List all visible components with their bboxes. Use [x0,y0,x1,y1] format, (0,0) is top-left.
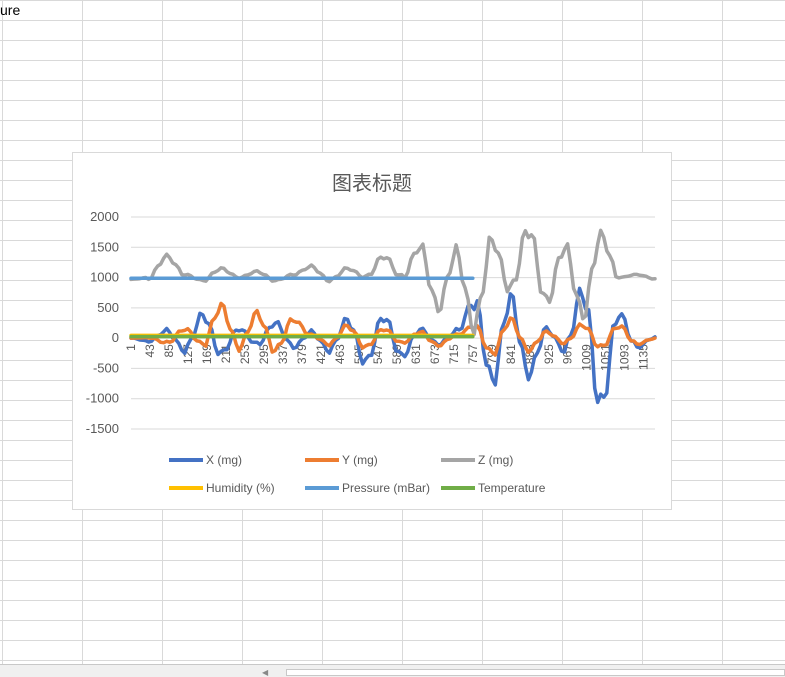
legend-swatch [169,486,203,490]
legend-label: X (mg) [206,453,242,467]
x-tick-label: 967 [561,344,575,364]
legend-swatch [441,458,475,462]
legend-item[interactable]: Y (mg) [305,453,378,467]
legend-item[interactable]: Pressure (mBar) [305,481,430,495]
legend-item[interactable]: Temperature [441,481,545,495]
horizontal-scrollbar[interactable] [286,669,785,676]
y-tick-label: 500 [97,300,119,315]
x-tick-label: 715 [447,344,461,364]
chart-container[interactable]: 图表标题 2000 1500 1000 500 0 -500 -1000 -1500 1 43 85… [72,152,672,510]
y-tick-label: -1500 [86,421,119,436]
x-tick-label: 43 [143,344,157,358]
y-tick-label: 1000 [90,270,119,285]
x-tick-label: 841 [504,344,518,364]
legend-label: Humidity (%) [206,481,275,495]
legend-label: Temperature [478,481,546,495]
legend-item[interactable]: Humidity (%) [169,481,275,495]
x-tick-label: 1093 [618,344,632,371]
y-tick-label: -1000 [86,391,119,406]
x-tick-label: 463 [333,344,347,364]
y-tick-label: 1500 [90,239,119,254]
y-tick-label: -500 [93,360,119,375]
x-tick-label: 631 [409,344,423,364]
legend-item[interactable]: X (mg) [169,453,242,467]
x-tick-label: 1 [124,344,138,351]
y-tick-label: 2000 [90,209,119,224]
y-tick-label: 0 [112,330,119,345]
x-tick-label: 925 [542,344,556,364]
legend-label: Y (mg) [342,453,378,467]
legend-swatch [169,458,203,462]
x-tick-label: 85 [162,344,176,358]
x-tick-label: 757 [466,344,480,364]
legend-label: Pressure (mBar) [342,481,431,495]
legend-swatch [305,486,339,490]
legend-swatch [441,486,475,490]
legend-item[interactable]: Z (mg) [441,453,513,467]
legend-swatch [305,458,339,462]
cell-a1-text: ure [0,2,21,18]
legend-label: Z (mg) [478,453,514,467]
x-tick-label: 295 [257,344,271,364]
